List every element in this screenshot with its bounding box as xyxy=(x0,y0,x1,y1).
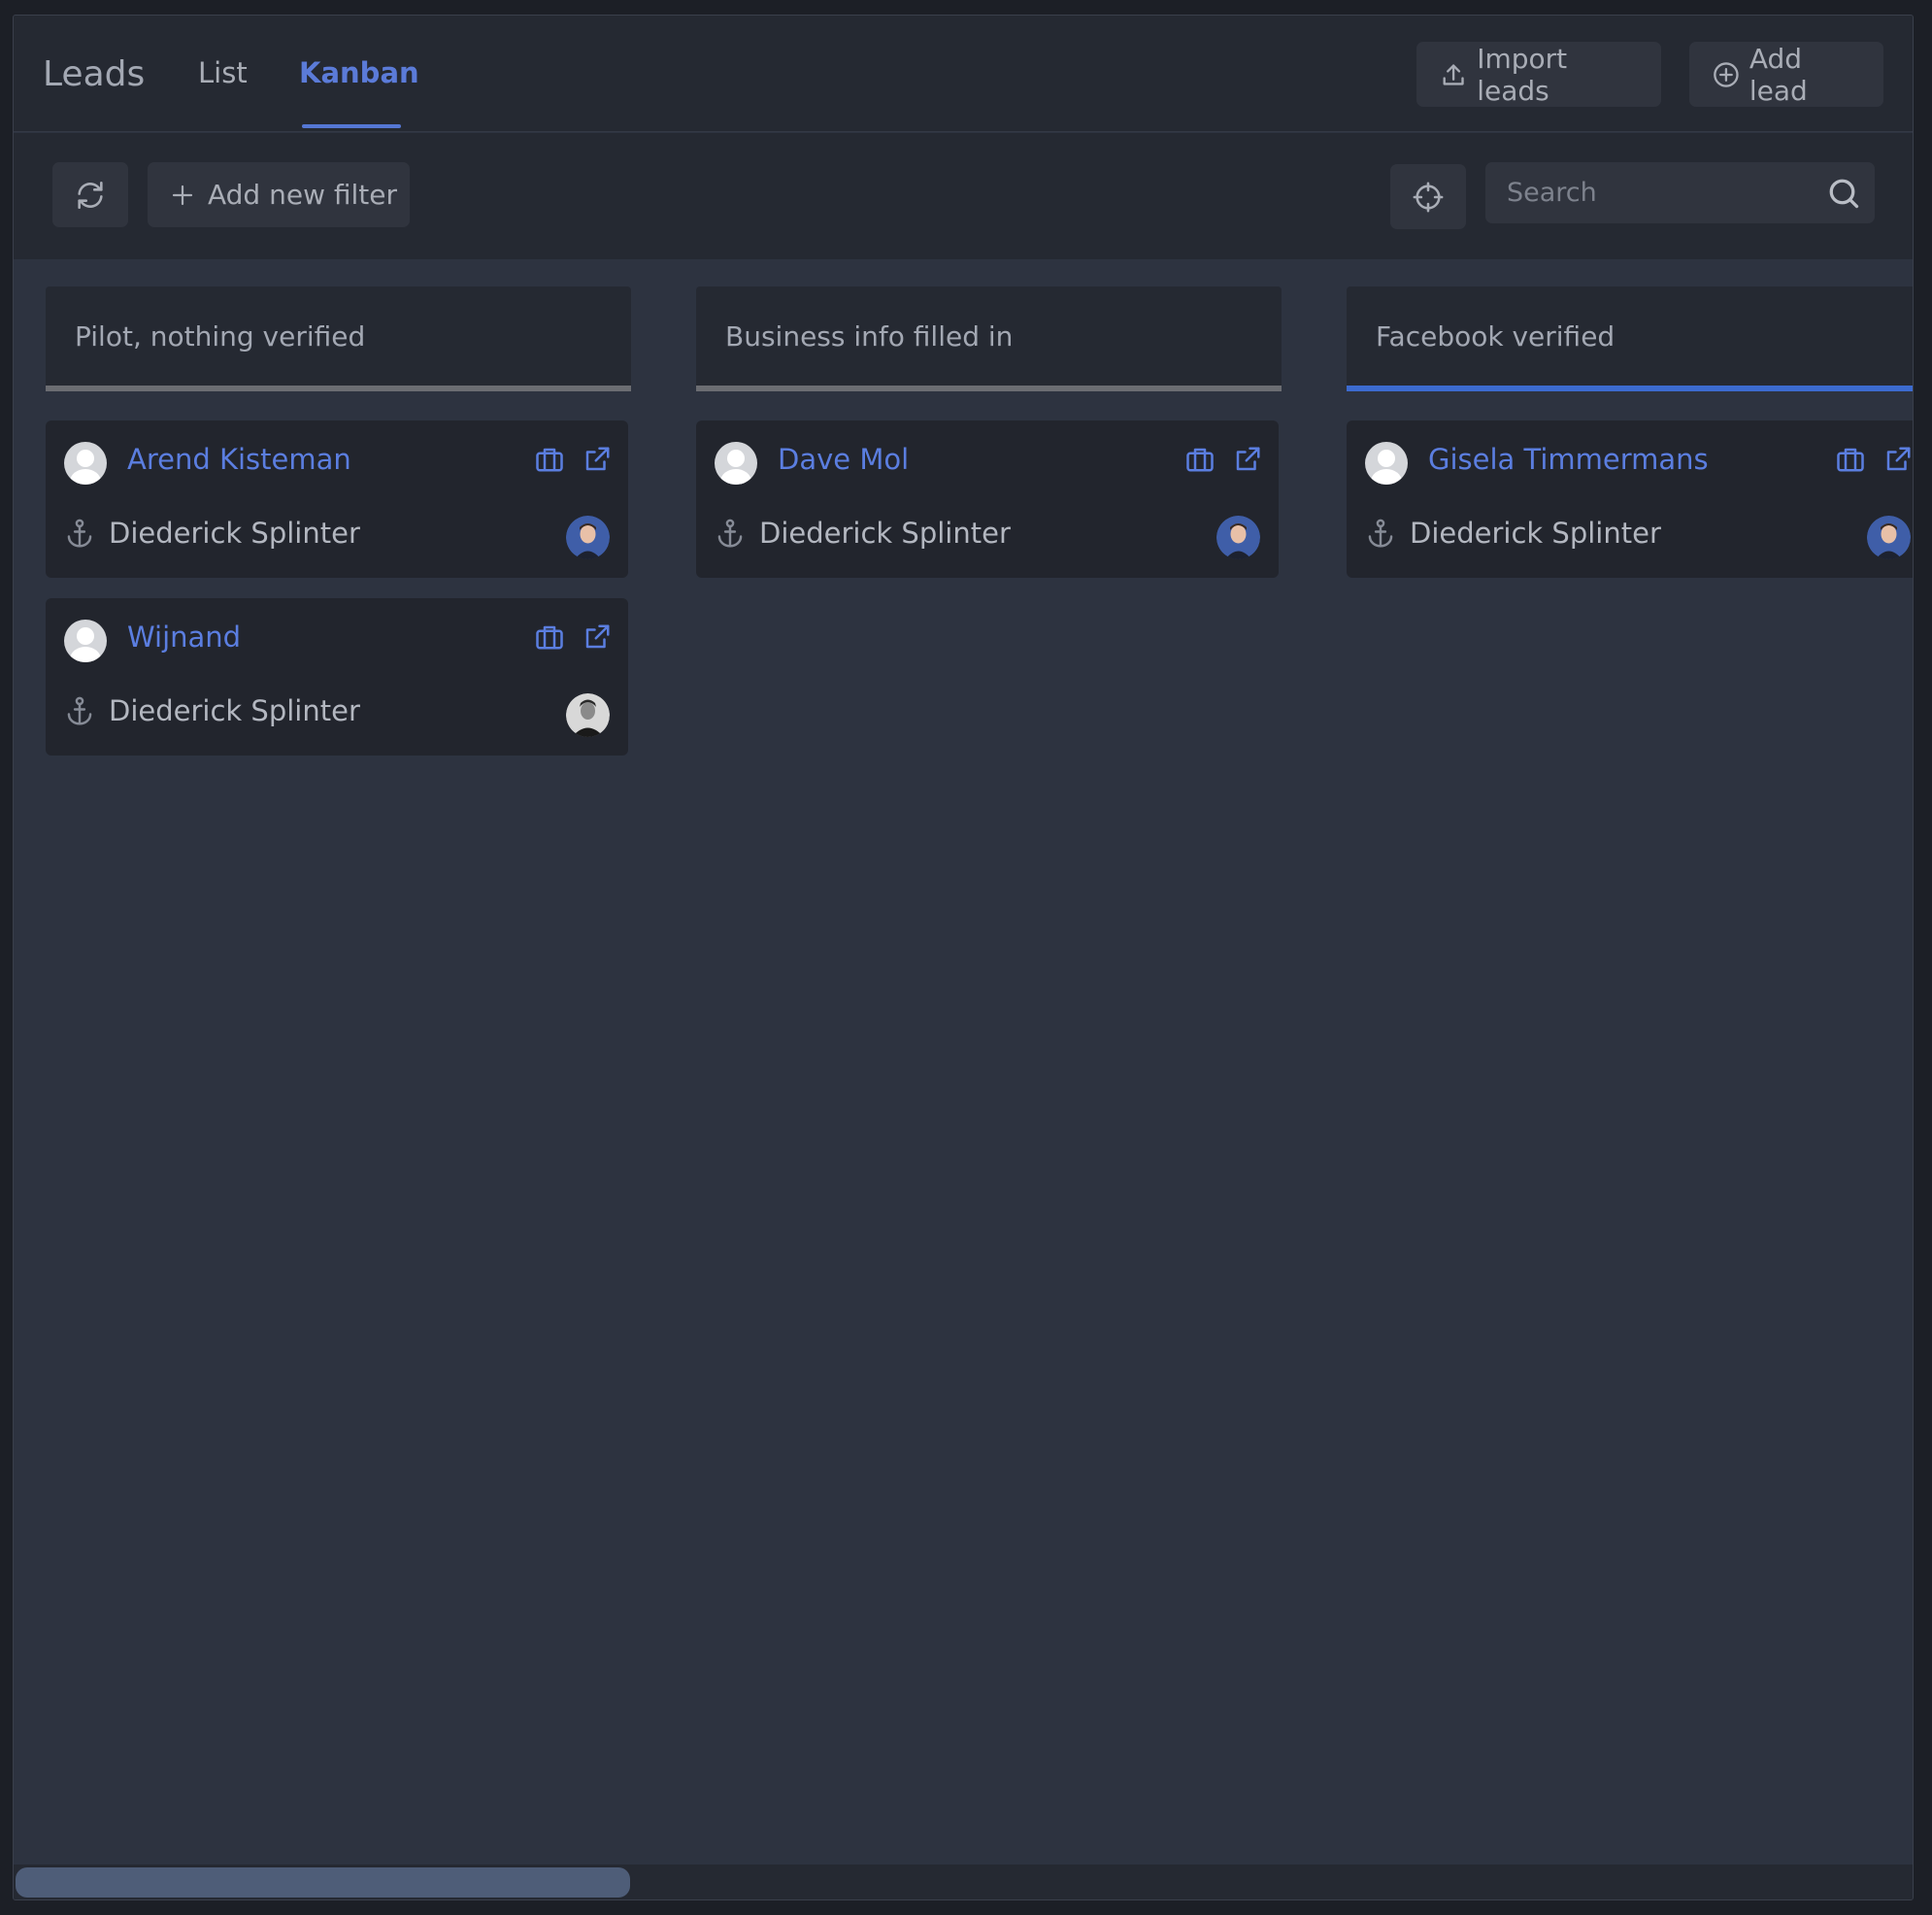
lead-avatar xyxy=(64,620,107,662)
lead-card[interactable]: Wijnand Diederick Splinter xyxy=(46,598,628,756)
anchor-icon xyxy=(717,519,743,548)
refresh-button[interactable] xyxy=(52,162,128,227)
tab-list[interactable]: List xyxy=(198,56,248,89)
horizontal-scrollbar[interactable] xyxy=(14,1865,1913,1899)
owner-avatar[interactable] xyxy=(1216,516,1260,559)
anchor-icon xyxy=(67,696,92,725)
lead-name-link[interactable]: Gisela Timmermans xyxy=(1428,443,1709,476)
lead-owner: Diederick Splinter xyxy=(109,517,360,550)
page-title: Leads xyxy=(43,54,146,94)
owner-avatar[interactable] xyxy=(566,693,610,737)
plus-circle-icon xyxy=(1714,61,1739,87)
tab-kanban[interactable]: Kanban xyxy=(299,56,419,89)
briefcase-icon[interactable] xyxy=(1836,446,1865,473)
add-lead-button[interactable]: Add lead xyxy=(1689,42,1883,107)
lead-name-link[interactable]: Arend Kisteman xyxy=(127,443,351,476)
lead-card[interactable]: Arend Kisteman Diederick Splinter xyxy=(46,420,628,578)
lead-owner: Diederick Splinter xyxy=(109,694,360,727)
page-header: Leads List Kanban Import leads Add lead xyxy=(14,16,1913,132)
lead-avatar xyxy=(715,442,757,485)
external-link-icon[interactable] xyxy=(1883,445,1913,474)
owner-avatar[interactable] xyxy=(1867,516,1911,559)
refresh-icon xyxy=(78,181,103,209)
briefcase-icon[interactable] xyxy=(1185,446,1215,473)
locate-button[interactable] xyxy=(1390,164,1466,229)
column-header-pilot: Pilot, nothing verified xyxy=(46,286,631,391)
column-header-business-info: Business info filled in xyxy=(696,286,1282,391)
lead-name-link[interactable]: Wijnand xyxy=(127,621,241,654)
lead-card[interactable]: Dave Mol Diederick Splinter xyxy=(696,420,1279,578)
lead-name-link[interactable]: Dave Mol xyxy=(778,443,909,476)
briefcase-icon[interactable] xyxy=(535,623,564,651)
add-new-filter-button[interactable]: Add new filter xyxy=(148,162,410,227)
lead-avatar xyxy=(1365,442,1408,485)
filter-toolbar: Add new filter xyxy=(14,133,1913,259)
lead-owner: Diederick Splinter xyxy=(759,517,1011,550)
anchor-icon xyxy=(1368,519,1393,548)
crosshair-icon xyxy=(1413,182,1444,212)
plus-icon xyxy=(172,185,193,205)
import-leads-label: Import leads xyxy=(1477,42,1568,107)
lead-owner: Diederick Splinter xyxy=(1410,517,1661,550)
owner-avatar[interactable] xyxy=(566,516,610,559)
briefcase-icon[interactable] xyxy=(535,446,564,473)
anchor-icon xyxy=(67,519,92,548)
lead-avatar xyxy=(64,442,107,485)
scrollbar-thumb[interactable] xyxy=(16,1867,630,1898)
add-new-filter-label: Add new filter xyxy=(208,179,398,211)
lead-card[interactable]: Gisela Timmermans Diederick Splinter xyxy=(1347,420,1913,578)
search-input[interactable] xyxy=(1507,178,1817,208)
add-lead-label: Add lead xyxy=(1749,42,1808,107)
search-icon[interactable] xyxy=(1826,176,1861,211)
external-link-icon[interactable] xyxy=(1233,445,1262,474)
search-box xyxy=(1485,162,1875,223)
import-leads-button[interactable]: Import leads xyxy=(1416,42,1661,107)
active-tab-indicator xyxy=(302,124,401,128)
leads-window: Leads List Kanban Import leads Add lead … xyxy=(13,15,1914,1900)
external-link-icon[interactable] xyxy=(583,445,612,474)
column-header-facebook-verified: Facebook verified xyxy=(1347,286,1913,391)
upload-icon xyxy=(1443,63,1464,85)
external-link-icon[interactable] xyxy=(583,622,612,652)
